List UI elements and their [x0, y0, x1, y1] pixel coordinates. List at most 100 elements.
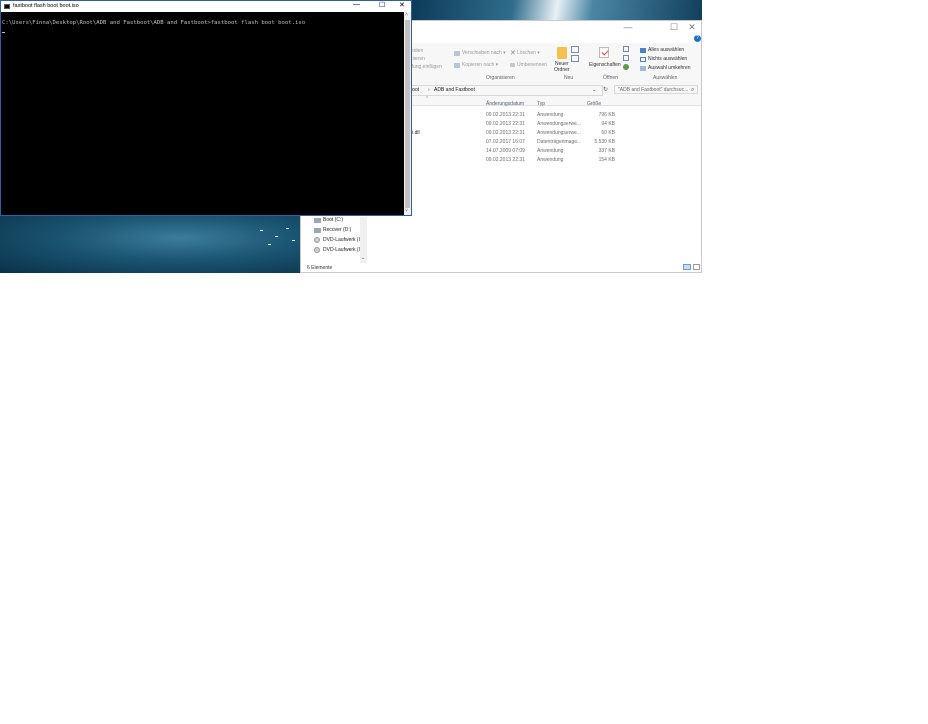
nav-item-dvd[interactable]: DVD-Laufwerk (I [314, 247, 364, 255]
wallpaper-sparkle [260, 230, 263, 231]
status-item-count: 6 Elemente [307, 265, 333, 271]
scroll-up-icon[interactable]: ˄ [405, 12, 408, 18]
new-folder-icon[interactable] [557, 47, 567, 59]
ribbon-clipboard-item[interactable]: pieren [411, 56, 425, 63]
column-header-date[interactable]: Änderungsdatum [486, 101, 524, 107]
table-row[interactable]: 14.07.2009 07:09 Anwendung 337 KB [406, 148, 626, 156]
ribbon-clipboard-item[interactable]: eiden [411, 48, 423, 55]
file-list: 09.02.2013 22:31 Anwendung 796 KB dll 09… [406, 112, 626, 166]
delete-button[interactable]: Löschen ▾ [517, 50, 540, 57]
new-item-icon[interactable] [571, 46, 579, 53]
rename-icon [510, 63, 515, 67]
file-type: Datenträgerimage... [537, 139, 582, 145]
select-none-icon [640, 57, 646, 62]
terminal-icon [4, 4, 10, 9]
nav-item-label: DVD-Laufwerk (I [323, 247, 360, 253]
dvd-icon [314, 237, 320, 243]
wallpaper-wave-crest [411, 0, 702, 20]
file-size: 154 KB [598, 157, 615, 163]
dvd-icon [314, 247, 320, 253]
table-row[interactable]: 07.02.2017 16:07 Datenträgerimage... 5.5… [406, 139, 626, 147]
file-type: Anwendungserwe... [537, 130, 581, 136]
open-icon[interactable] [623, 46, 629, 52]
easy-access-icon[interactable] [571, 55, 579, 62]
history-icon[interactable] [623, 64, 629, 70]
invert-selection-button[interactable]: Auswahl umkehren [648, 65, 691, 72]
file-date: 09.02.2013 22:31 [486, 130, 525, 136]
cmd-scrollbar[interactable]: ˄ ˅ [404, 12, 411, 215]
ribbon-group-new: Neu [564, 75, 574, 81]
drive-icon [314, 218, 321, 223]
file-type: Anwendung [537, 148, 564, 154]
ribbon-group-organize: Organisieren [486, 75, 515, 81]
drive-icon [314, 228, 321, 233]
checkmark-icon [601, 48, 609, 56]
address-bar[interactable]: tboot › ADB and Fastboot ⌄ [405, 85, 603, 96]
text-cursor [2, 32, 5, 33]
maximize-button[interactable]: ☐ [667, 22, 681, 32]
close-button[interactable]: ✕ [685, 22, 699, 32]
table-row[interactable]: 09.02.2013 22:31 Anwendung 154 KB [406, 157, 626, 165]
scrollbar-thumb[interactable] [405, 20, 410, 208]
close-button[interactable]: ✕ [399, 1, 405, 9]
file-type: Anwendung [537, 157, 564, 163]
nav-scrollbar[interactable]: ⌄ [360, 217, 367, 263]
new-folder-label[interactable]: Ordner [554, 67, 570, 74]
cmd-window-title: fastboot flash boot boot.iso [13, 3, 79, 9]
refresh-icon[interactable]: ↻ [603, 86, 608, 93]
table-row[interactable]: 09.02.2013 22:31 Anwendung 796 KB [406, 112, 626, 120]
nav-item-drive[interactable]: Recover (D:) [314, 227, 364, 235]
file-type: Anwendungserwe... [537, 121, 581, 127]
help-icon[interactable]: ? [694, 35, 701, 42]
search-placeholder: "ADB and Fastboot" durchsuc... [618, 87, 689, 93]
properties-button[interactable]: Eigenschaften [589, 62, 621, 69]
rename-button[interactable]: Umbenennen [517, 62, 547, 69]
search-input[interactable]: "ADB and Fastboot" durchsuc... ⌕ [614, 85, 698, 94]
file-size: 337 KB [598, 148, 615, 154]
file-date: 09.02.2013 22:31 [486, 157, 525, 163]
properties-icon[interactable] [599, 47, 609, 58]
minimize-button[interactable]: — [353, 1, 360, 8]
file-date: 09.02.2013 22:31 [486, 112, 525, 118]
move-to-icon [454, 51, 460, 56]
select-none-button[interactable]: Nichts auswählen [648, 56, 687, 63]
table-row[interactable]: Api.dll 09.02.2013 22:31 Anwendungserwe.… [406, 130, 626, 138]
ribbon-group-select: Auswählen [653, 75, 678, 81]
breadcrumb-separator[interactable]: › [428, 87, 430, 93]
column-header-size[interactable]: Größe [587, 101, 601, 107]
invert-selection-icon [640, 66, 646, 71]
move-to-button[interactable]: Verschieben nach ▾ [462, 50, 506, 57]
scroll-down-icon[interactable]: ˅ [405, 208, 408, 214]
minimize-button[interactable]: — [621, 22, 635, 32]
column-header-type[interactable]: Typ [537, 101, 545, 107]
cmd-window: fastboot flash boot boot.iso — ☐ ✕ C:\Us… [0, 0, 412, 216]
edit-icon[interactable] [623, 55, 629, 61]
copy-to-icon [454, 63, 460, 68]
chevron-down-icon[interactable]: ⌄ [592, 87, 596, 93]
wallpaper-sparkle [268, 244, 271, 245]
maximize-button[interactable]: ☐ [379, 1, 385, 9]
wallpaper-sparkle [292, 240, 295, 241]
breadcrumb-item[interactable]: ADB and Fastboot [434, 87, 475, 93]
table-row[interactable]: dll 09.02.2013 22:31 Anwendungserwe... 9… [406, 121, 626, 129]
select-all-icon [640, 48, 646, 53]
nav-item-drive[interactable]: Boot (C:) [314, 217, 364, 225]
navigation-pane: Boot (C:) Recover (D:) DVD-Laufwerk (I D… [301, 217, 367, 263]
chevron-down-icon[interactable]: ⌄ [361, 255, 365, 261]
nav-item-dvd[interactable]: DVD-Laufwerk (I [314, 237, 364, 245]
file-date: 14.07.2009 07:09 [486, 148, 525, 154]
cmd-titlebar[interactable]: fastboot flash boot boot.iso — ☐ ✕ [1, 1, 411, 12]
file-size: 5.530 KB [594, 139, 615, 145]
wallpaper-water-highlight [0, 215, 300, 273]
nav-item-label: DVD-Laufwerk (I [323, 237, 360, 243]
cmd-command-line[interactable]: C:\Users\Finna\Desktop\Root\ADB and Fast… [2, 20, 305, 26]
copy-to-button[interactable]: Kopieren nach ▾ [462, 62, 498, 69]
details-view-icon[interactable] [683, 264, 691, 270]
sort-caret-icon: ^ [426, 96, 429, 102]
search-icon[interactable]: ⌕ [691, 86, 694, 95]
file-date: 07.02.2017 16:07 [486, 139, 525, 145]
nav-item-label: Boot (C:) [323, 217, 344, 223]
large-icons-view-icon[interactable] [693, 264, 700, 270]
file-size: 60 KB [601, 130, 615, 136]
select-all-button[interactable]: Alles auswählen [648, 47, 684, 54]
